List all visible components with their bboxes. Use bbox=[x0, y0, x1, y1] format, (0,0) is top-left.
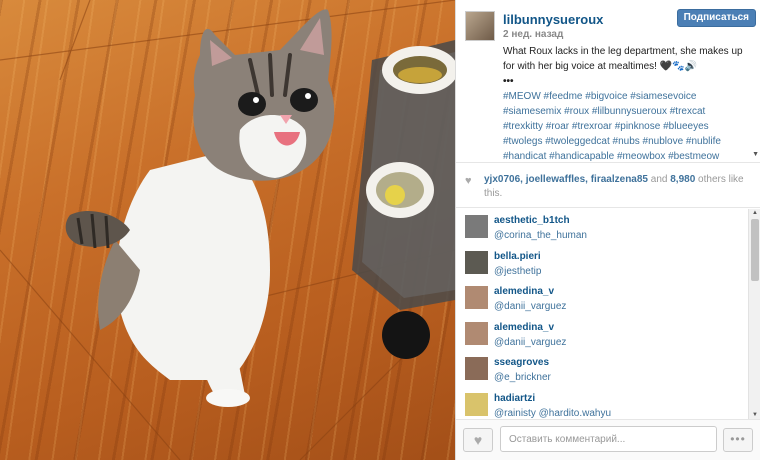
like-button[interactable]: ♥ bbox=[463, 428, 493, 452]
likes-summary: ♥ yjx0706, joellewaffles, firaalzena85 a… bbox=[456, 162, 760, 208]
cat-photo-illustration bbox=[0, 0, 455, 460]
caption-ellipsis: ••• bbox=[503, 76, 514, 87]
comment-avatar[interactable] bbox=[465, 392, 488, 416]
heart-icon: ♥ bbox=[473, 432, 483, 448]
comments-list: aesthetic_b1tch @corina_the_human bella.… bbox=[456, 209, 760, 419]
comment-username[interactable]: alemedina_v bbox=[494, 285, 760, 299]
author-username[interactable]: lilbunnysueroux bbox=[503, 12, 603, 27]
post-caption: What Roux lacks in the leg department, s… bbox=[503, 44, 743, 162]
comment-avatar[interactable] bbox=[465, 321, 488, 345]
comment-item: alemedina_v @danii_varguez bbox=[456, 316, 760, 352]
comment-item: bella.pieri @jesthetip bbox=[456, 245, 760, 281]
comment-text[interactable]: @e_brickner bbox=[494, 370, 760, 385]
post-header: lilbunnysueroux 2 нед. назад Подписаться… bbox=[456, 0, 760, 162]
scrollbar-thumb[interactable] bbox=[751, 219, 759, 281]
scroll-down-icon[interactable]: ▼ bbox=[752, 412, 758, 418]
comment-input[interactable] bbox=[500, 426, 717, 452]
comment-avatar[interactable] bbox=[465, 250, 488, 274]
comment-username[interactable]: aesthetic_b1tch bbox=[494, 214, 760, 228]
comment-text[interactable]: @danii_varguez bbox=[494, 299, 760, 314]
comment-text[interactable]: @jesthetip bbox=[494, 264, 760, 279]
post-photo bbox=[0, 0, 455, 460]
comment-avatar[interactable] bbox=[465, 357, 488, 380]
comment-avatar[interactable] bbox=[465, 286, 488, 309]
comment-item: alemedina_v @danii_varguez bbox=[456, 280, 760, 316]
caption-scroll-down-icon[interactable]: ▼ bbox=[752, 151, 759, 158]
likes-and: and bbox=[650, 174, 668, 185]
post-timestamp[interactable]: 2 нед. назад bbox=[503, 29, 563, 40]
likes-users[interactable]: yjx0706, joellewaffles, firaalzena85 bbox=[484, 174, 648, 185]
more-options-button[interactable]: ••• bbox=[723, 428, 753, 452]
likes-count[interactable]: 8,980 bbox=[670, 174, 695, 185]
post-side-panel: lilbunnysueroux 2 нед. назад Подписаться… bbox=[455, 0, 760, 460]
comment-text[interactable]: @danii_varguez bbox=[494, 335, 760, 350]
comments-scrollbar[interactable]: ▲ ▼ bbox=[748, 209, 760, 419]
comment-item: sseagroves @e_brickner bbox=[456, 351, 760, 387]
comment-item: aesthetic_b1tch @corina_the_human bbox=[456, 209, 760, 245]
comment-text[interactable]: @rainisty @hardito.wahyu bbox=[494, 406, 760, 420]
comment-username[interactable]: hadiartzi bbox=[494, 392, 760, 406]
comment-username[interactable]: bella.pieri bbox=[494, 250, 760, 264]
author-avatar[interactable] bbox=[465, 11, 495, 41]
comment-username[interactable]: sseagroves bbox=[494, 356, 760, 370]
heart-icon: ♥ bbox=[465, 175, 472, 187]
comment-avatar[interactable] bbox=[465, 215, 488, 238]
comment-item: hadiartzi @rainisty @hardito.wahyu bbox=[456, 387, 760, 420]
caption-hashtags[interactable]: #MEOW #feedme #bigvoice #siamesevoice #s… bbox=[503, 89, 743, 162]
follow-button[interactable]: Подписаться bbox=[676, 9, 756, 27]
caption-text: What Roux lacks in the leg department, s… bbox=[503, 46, 743, 72]
scroll-up-icon[interactable]: ▲ bbox=[752, 210, 758, 216]
comment-text[interactable]: @corina_the_human bbox=[494, 228, 760, 243]
comment-footer: ♥ ••• bbox=[456, 419, 760, 460]
comment-username[interactable]: alemedina_v bbox=[494, 321, 760, 335]
